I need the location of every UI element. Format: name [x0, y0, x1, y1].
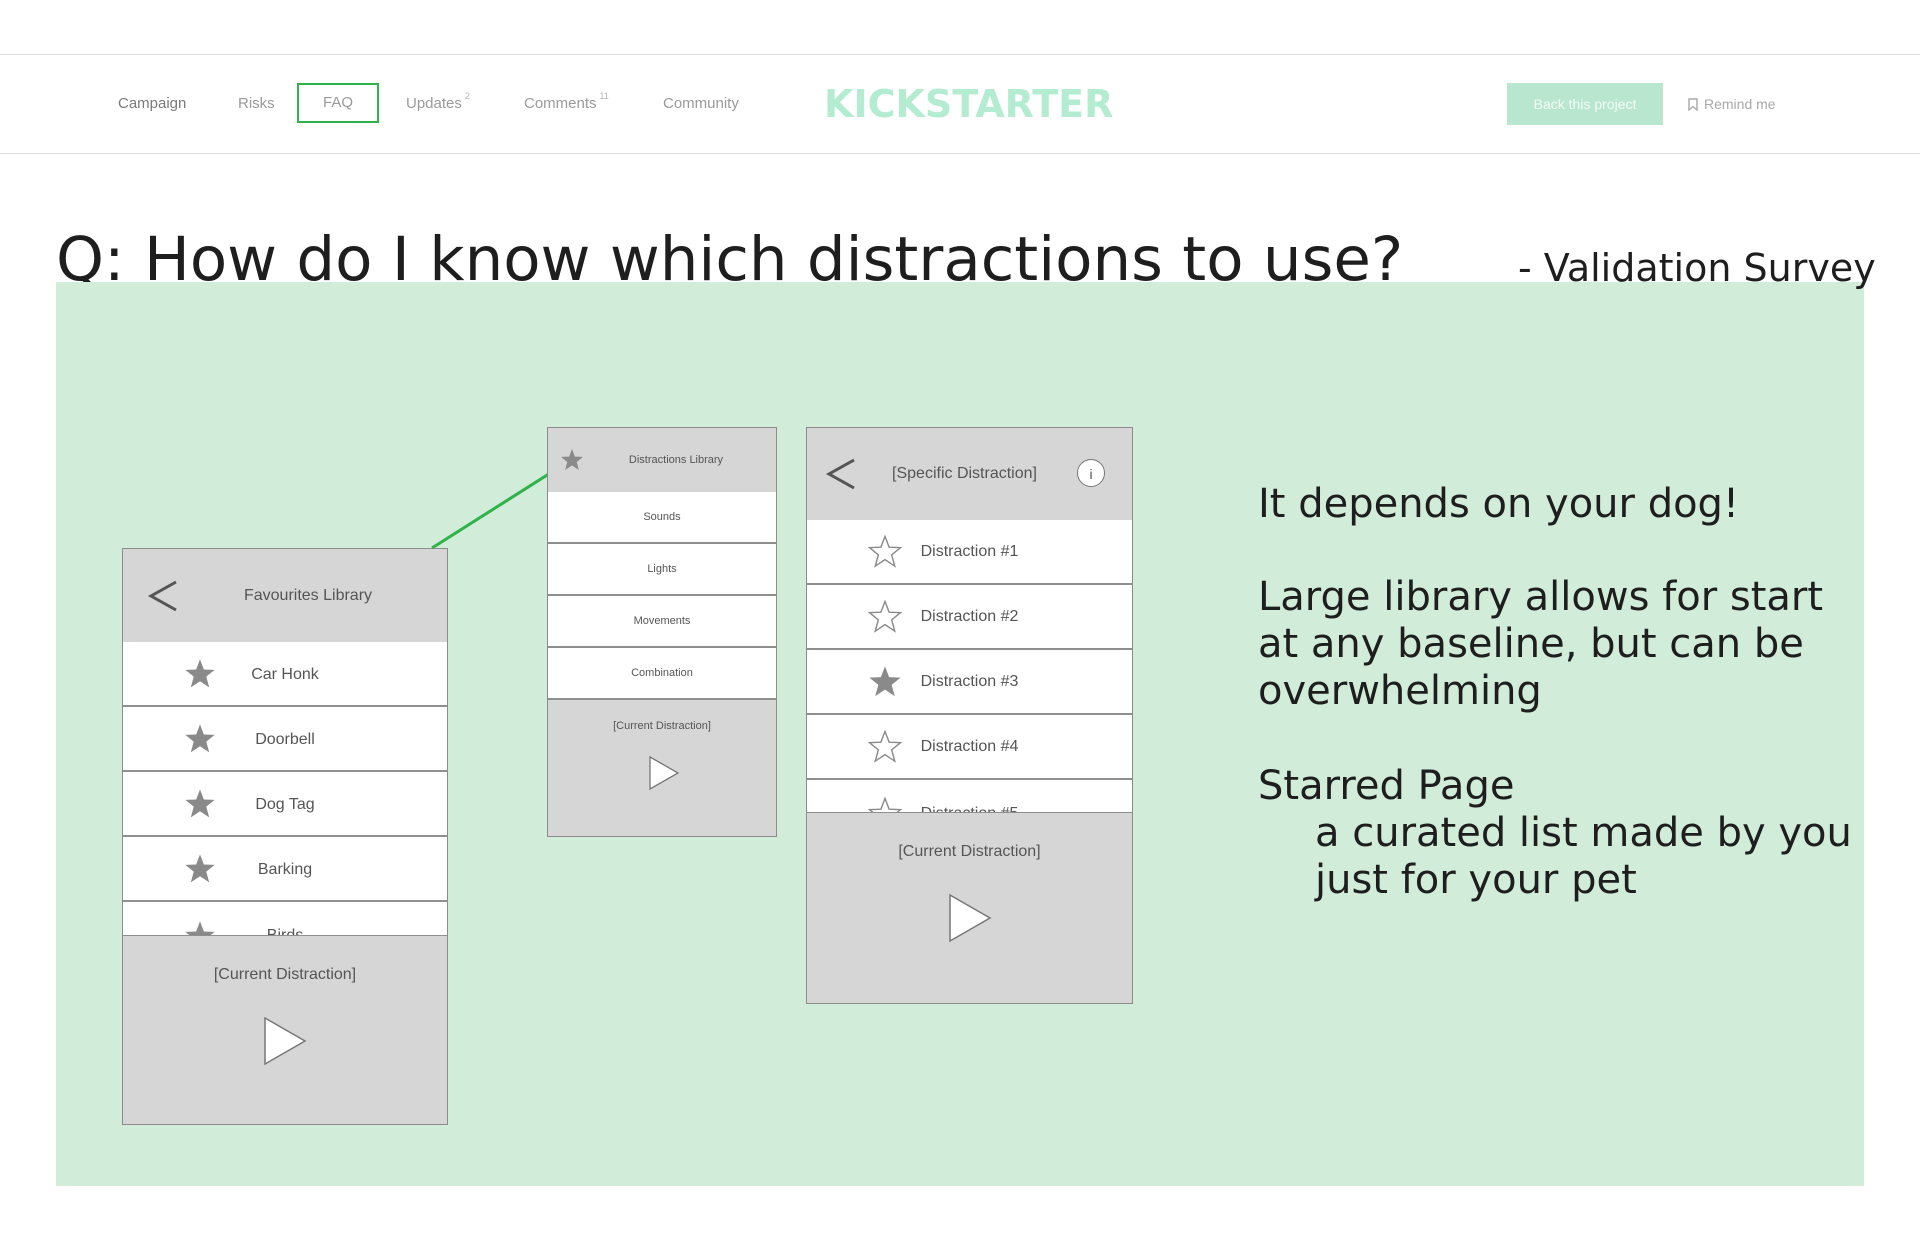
distraction-label: Distraction #5	[807, 797, 1132, 812]
note-library-line-3: overwhelming	[1258, 668, 1542, 714]
tab-faq[interactable]: FAQ	[297, 83, 379, 123]
source-note: - Validation Survey	[1518, 246, 1876, 290]
specific-distraction-screen: [Specific Distraction] i Distraction #1 …	[806, 427, 1133, 1004]
bookmark-icon	[1688, 98, 1698, 112]
favourites-header: Favourites Library	[123, 549, 447, 644]
tab-community[interactable]: Community	[663, 55, 739, 153]
remind-me-button[interactable]: Remind me	[1688, 55, 1776, 153]
list-item-label: Barking	[257, 861, 313, 878]
category-sounds[interactable]: Sounds	[548, 492, 776, 544]
updates-count: 2	[464, 91, 470, 101]
list-item-label: Doorbell	[255, 731, 315, 748]
player-bar: [Current Distraction]	[123, 935, 447, 1124]
star-filled-icon[interactable]	[560, 448, 584, 472]
distraction-label: Distraction #2	[920, 608, 1019, 625]
list-item-label: Dog Tag	[255, 796, 315, 813]
back-chevron-icon[interactable]	[147, 579, 179, 613]
list-item[interactable]: Barking	[123, 837, 447, 902]
back-project-button[interactable]: Back this project	[1507, 83, 1663, 125]
list-item-label: Car Honk	[251, 666, 319, 683]
note-starred-title: Starred Page	[1258, 763, 1515, 809]
tab-comments[interactable]: Comments 11	[524, 55, 609, 153]
current-distraction-label: [Current Distraction]	[613, 720, 711, 732]
category-combination[interactable]: Combination	[548, 648, 776, 700]
category-lights[interactable]: Lights	[548, 544, 776, 596]
category-label: Movements	[633, 615, 691, 627]
play-icon[interactable]	[948, 893, 992, 943]
note-starred-line-2: just for your pet	[1315, 857, 1637, 903]
project-nav-bar: Campaign Risks FAQ Updates 2 Comments 11 C…	[0, 54, 1920, 154]
category-label: Combination	[631, 667, 693, 679]
distraction-row[interactable]: Distraction #5	[807, 780, 1132, 812]
distraction-row[interactable]: Distraction #4	[807, 715, 1132, 780]
play-icon[interactable]	[263, 1016, 307, 1066]
specific-title: [Specific Distraction]	[892, 465, 1037, 482]
play-icon[interactable]	[648, 755, 680, 791]
current-distraction-label: [Current Distraction]	[213, 966, 357, 983]
distraction-label: Distraction #1	[920, 543, 1019, 560]
list-item[interactable]: Car Honk	[123, 642, 447, 707]
favourites-title: Favourites Library	[243, 587, 373, 604]
note-starred-line-1: a curated list made by you	[1315, 810, 1852, 856]
info-icon[interactable]: i	[1077, 459, 1105, 487]
distraction-row[interactable]: Distraction #2	[807, 585, 1132, 650]
library-title: Distractions Library	[628, 454, 724, 466]
specific-header: [Specific Distraction] i	[807, 428, 1132, 522]
player-bar: [Current Distraction]	[548, 700, 776, 836]
back-chevron-icon[interactable]	[825, 457, 857, 491]
list-item[interactable]: Dog Tag	[123, 772, 447, 837]
category-label: Lights	[647, 563, 677, 575]
distraction-label: Distraction #4	[920, 738, 1019, 755]
kickstarter-logo[interactable]: KICKSTARTER	[824, 81, 1113, 127]
distraction-row[interactable]: Distraction #1	[807, 520, 1132, 585]
distraction-row[interactable]: Distraction #3	[807, 650, 1132, 715]
category-label: Sounds	[643, 511, 681, 523]
tab-campaign[interactable]: Campaign	[118, 55, 186, 153]
list-item[interactable]: Birds	[123, 902, 447, 935]
favourites-library-screen: Favourites Library Car Honk Doorbell Dog…	[122, 548, 448, 1125]
note-library-line-1: Large library allows for start	[1258, 574, 1824, 620]
library-header: Distractions Library	[548, 428, 776, 494]
list-item-label: Birds	[123, 920, 447, 935]
current-distraction-label: [Current Distraction]	[898, 843, 1041, 860]
tab-updates[interactable]: Updates 2	[406, 55, 470, 153]
distractions-library-screen: Distractions Library Sounds Lights Movem…	[547, 427, 777, 837]
note-library-line-2: at any baseline, but can be	[1258, 621, 1804, 667]
list-item[interactable]: Doorbell	[123, 707, 447, 772]
distraction-label: Distraction #3	[920, 673, 1019, 690]
note-intro: It depends on your dog!	[1258, 481, 1739, 527]
category-movements[interactable]: Movements	[548, 596, 776, 648]
player-bar: [Current Distraction]	[807, 812, 1132, 1003]
comments-count: 11	[599, 91, 609, 101]
tab-risks[interactable]: Risks	[238, 55, 275, 153]
